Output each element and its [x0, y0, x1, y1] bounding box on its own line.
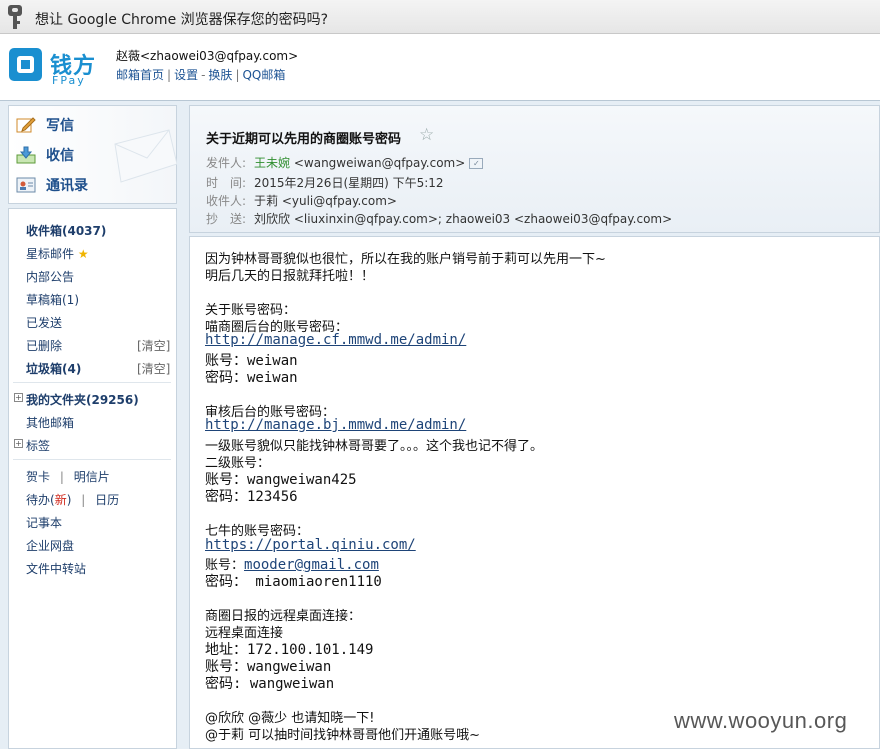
sender-address: <wangweiwan@qfpay.com>: [293, 156, 466, 170]
time-label: 时 间:: [206, 176, 247, 190]
folder-my-folders[interactable]: 我的文件夹(29256): [26, 391, 139, 408]
pipe-separator: |: [59, 470, 64, 484]
contacts-label: 通讯录: [46, 178, 88, 194]
folder-internal[interactable]: 内部公告: [26, 268, 74, 285]
admin-link-bj[interactable]: http://manage.bj.mmwd.me/admin/: [205, 417, 466, 433]
body-line: 密码：123456: [205, 489, 298, 505]
nav-separator: |: [235, 68, 240, 82]
expand-plus-icon[interactable]: +: [14, 439, 23, 448]
body-line: 明后几天的日报就拜托啦！！: [205, 269, 375, 284]
current-user: 赵薇<zhaowei03@qfpay.com>: [116, 49, 299, 63]
contacts-card-icon: [16, 176, 36, 194]
pencil-icon: [16, 116, 36, 134]
password-save-bar: 想让 Google Chrome 浏览器保存您的密码吗?: [0, 0, 880, 34]
star-icon: ★: [77, 247, 89, 261]
contact-card-icon[interactable]: ✓: [469, 158, 484, 169]
contacts-button[interactable]: 通讯录: [16, 174, 88, 196]
folder-deleted[interactable]: 已删除 [清空]: [26, 337, 170, 354]
qfpay-logo-icon: [9, 48, 42, 81]
body-link-line: http://manage.bj.mmwd.me/admin/: [205, 417, 466, 433]
nav-mail-home[interactable]: 邮箱首页: [116, 68, 164, 82]
receive-label: 收信: [46, 148, 74, 164]
receive-button[interactable]: 收信: [16, 144, 74, 166]
qiniu-portal-link[interactable]: https://portal.qiniu.com/: [205, 537, 416, 553]
sender-name[interactable]: 王未婉: [254, 156, 290, 170]
body-line: @于莉 可以抽时间找钟林哥哥他们开通账号哦~: [205, 728, 481, 743]
from-label: 发件人:: [206, 156, 247, 170]
compose-button[interactable]: 写信: [16, 114, 74, 136]
from-row: 发件人: 王未婉 <wangweiwan@qfpay.com> ✓: [206, 154, 484, 171]
to-row: 收件人: 于莉 <yuli@qfpay.com>: [206, 192, 397, 209]
logo-subtext: FPay: [52, 74, 86, 87]
todo-link[interactable]: 待办(新): [26, 493, 71, 507]
divider: [13, 459, 171, 460]
cc-recipients[interactable]: 刘欣欣 <liuxinxin@qfpay.com>; zhaowei03 <zh…: [254, 212, 672, 226]
body-line: 密码：weiwan: [205, 370, 298, 386]
folder-drafts[interactable]: 草稿箱(1): [26, 291, 79, 308]
time-row: 时 间: 2015年2月26日(星期四) 下午5:12: [206, 174, 444, 191]
nav-separator: -: [201, 68, 206, 82]
folder-junk-label: 垃圾箱(4): [26, 362, 82, 376]
body-line: 密码： miaomiaoren1110: [205, 574, 382, 590]
todo-new-badge: 新: [54, 493, 67, 507]
postcard-link[interactable]: 明信片: [74, 470, 110, 484]
greeting-card-link[interactable]: 贺卡: [26, 470, 50, 484]
tools-row-todo: 待办(新) | 日历: [26, 491, 119, 508]
admin-link-cf[interactable]: http://manage.cf.mmwd.me/admin/: [205, 332, 466, 348]
notepad-link[interactable]: 记事本: [26, 514, 62, 531]
top-nav: 邮箱首页 | 设置 - 换肤 | QQ邮箱: [116, 66, 285, 83]
sent-time: 2015年2月26日(星期四) 下午5:12: [254, 176, 444, 190]
mail-subject: 关于近期可以先用的商圈账号密码: [206, 132, 402, 147]
folder-junk[interactable]: 垃圾箱(4) [清空]: [26, 360, 170, 377]
todo-label: 待办: [26, 493, 51, 507]
folder-other-mailboxes[interactable]: 其他邮箱: [26, 414, 74, 431]
nav-qq-mail[interactable]: QQ邮箱: [242, 68, 285, 82]
mail-header: 钱方 FPay 赵薇<zhaowei03@qfpay.com> 邮箱首页 | 设置 -…: [0, 34, 880, 96]
pipe-separator: |: [81, 493, 86, 507]
password-save-message: 想让 Google Chrome 浏览器保存您的密码吗?: [35, 12, 329, 28]
star-outline-icon[interactable]: ☆: [419, 125, 434, 145]
nav-skin[interactable]: 换肤: [208, 68, 232, 82]
cc-label: 抄 送:: [206, 212, 247, 226]
clear-junk-button[interactable]: [清空]: [137, 360, 170, 377]
file-transfer-link[interactable]: 文件中转站: [26, 560, 86, 577]
watermark: www.wooyun.org: [674, 708, 848, 733]
recipient[interactable]: 于莉 <yuli@qfpay.com>: [254, 194, 397, 208]
folder-sent[interactable]: 已发送: [26, 314, 62, 331]
netdisk-link[interactable]: 企业网盘: [26, 537, 74, 554]
cc-row: 抄 送: 刘欣欣 <liuxinxin@qfpay.com>; zhaowei03…: [206, 210, 672, 227]
key-icon[interactable]: [8, 5, 22, 29]
clear-deleted-button[interactable]: [清空]: [137, 337, 170, 354]
compose-label: 写信: [46, 118, 74, 134]
folder-inbox[interactable]: 收件箱(4037): [26, 222, 106, 239]
folder-deleted-label: 已删除: [26, 339, 63, 353]
folder-tags[interactable]: 标签: [26, 437, 50, 454]
tools-row-cards: 贺卡 | 明信片: [26, 468, 110, 485]
inbox-download-icon: [16, 146, 36, 164]
folder-starred-label: 星标邮件: [26, 247, 75, 261]
body-link-line: https://portal.qiniu.com/: [205, 537, 416, 553]
body-line: 密码: wangweiwan: [205, 676, 335, 692]
to-label: 收件人:: [206, 194, 247, 208]
nav-settings[interactable]: 设置: [174, 68, 198, 82]
folder-starred[interactable]: 星标邮件 ★: [26, 245, 89, 262]
body-link-line: http://manage.cf.mmwd.me/admin/: [205, 332, 466, 348]
calendar-link[interactable]: 日历: [95, 493, 119, 507]
envelope-icon: [114, 129, 177, 183]
divider: [13, 382, 171, 383]
expand-plus-icon[interactable]: +: [14, 393, 23, 402]
nav-separator: |: [167, 68, 172, 82]
